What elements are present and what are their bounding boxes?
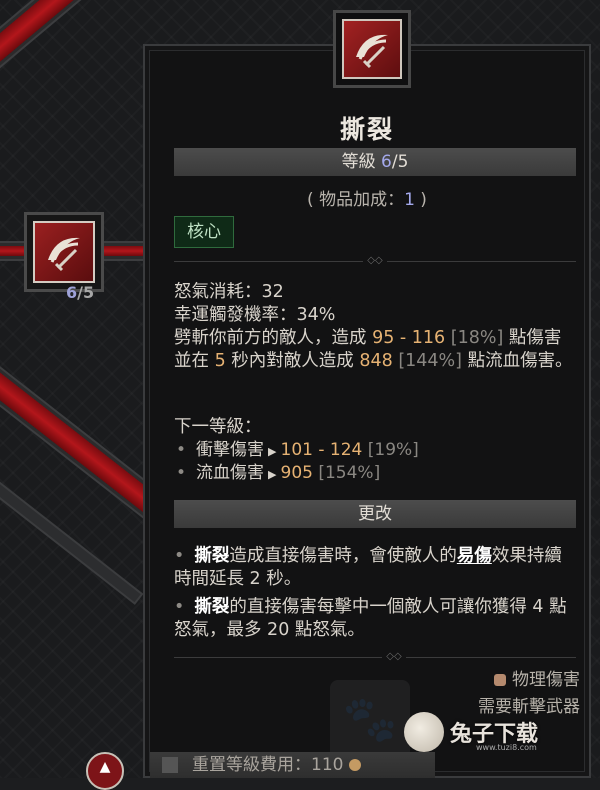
weapon-requirement: 需要斬擊武器 bbox=[478, 697, 580, 717]
lucky-hit-chance: 幸運觸發機率：34% bbox=[174, 305, 336, 325]
change-header-bar: 更改 bbox=[174, 500, 576, 528]
modifier-line: • 撕裂造成直接傷害時，會使敵人的易傷效果持續時間延長 2 秒。 bbox=[174, 546, 562, 589]
skill-description: 劈斬你前方的敵人，造成 95 - 116 [18%] 點傷害並在 5 秒內對敵人… bbox=[174, 328, 573, 371]
next-level-title: 下一等級： bbox=[174, 417, 262, 437]
next-level-line: • 流血傷害 ▶ 905 [154%] bbox=[176, 463, 381, 483]
modifier-line: • 撕裂的直接傷害每擊中一個敵人可讓你獲得 4 點怒氣，最多 20 點怒氣。 bbox=[174, 597, 567, 640]
skill-node-rend[interactable] bbox=[24, 212, 104, 292]
watermark-url: www.tuzi8.com bbox=[476, 743, 537, 752]
arrow-right-icon: ▶ bbox=[268, 445, 277, 458]
fury-cost: 怒氣消耗：32 bbox=[174, 282, 284, 302]
rend-skill-icon bbox=[342, 19, 402, 79]
core-tag: 核心 bbox=[174, 216, 234, 248]
rank-up-button[interactable]: ▲ bbox=[86, 752, 124, 790]
next-level-line: • 衝擊傷害 ▶ 101 - 124 [19%] bbox=[176, 440, 419, 460]
tooltip-skill-badge bbox=[333, 10, 411, 88]
rend-skill-icon bbox=[33, 221, 95, 283]
skill-title: 撕裂 bbox=[339, 115, 394, 144]
fist-icon bbox=[494, 674, 506, 686]
divider: ◇◇ bbox=[174, 652, 576, 662]
reset-cost-bar: 重置等級費用：110 bbox=[150, 752, 435, 778]
divider: ◇◇ bbox=[174, 256, 576, 266]
arrow-right-icon: ▶ bbox=[268, 468, 277, 481]
watermark-rabbit-logo bbox=[404, 712, 444, 752]
node-rank: 6/5 bbox=[66, 283, 95, 302]
gold-coin-icon bbox=[349, 759, 362, 771]
damage-type: 物理傷害 bbox=[494, 665, 580, 690]
reset-icon bbox=[162, 757, 178, 773]
skill-level-bar: 等級 6/5 bbox=[174, 148, 576, 176]
item-bonus: ( 物品加成：1 ) bbox=[307, 190, 427, 210]
watermark-bear-logo: 🐾 bbox=[330, 680, 410, 760]
